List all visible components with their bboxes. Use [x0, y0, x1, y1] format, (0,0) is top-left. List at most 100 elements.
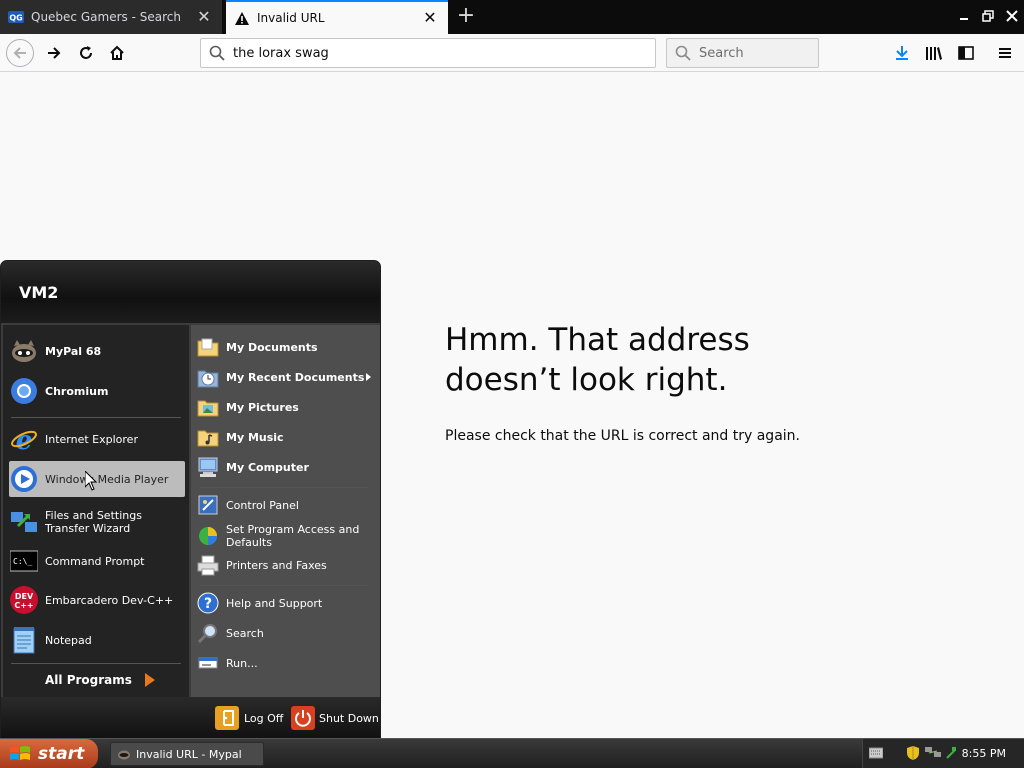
forward-button[interactable]: [40, 39, 68, 67]
command-prompt-icon: C:\_: [9, 546, 39, 576]
close-tab-icon[interactable]: ✕: [196, 9, 212, 25]
shut-down-label: Shut Down: [319, 711, 379, 725]
power-icon: [291, 706, 315, 730]
start-item-label: Chromium: [45, 384, 109, 398]
start-item-my-recent-documents[interactable]: My Recent Documents: [197, 365, 377, 389]
search-placeholder: Search: [699, 45, 744, 61]
start-item-label: Notepad: [45, 633, 92, 647]
search-box[interactable]: Search: [666, 38, 819, 68]
restore-button[interactable]: [978, 6, 998, 26]
start-item-label: Internet Explorer: [45, 432, 138, 446]
start-item-windows-media-player[interactable]: Windows Media Player: [9, 461, 185, 497]
start-item-printers-faxes[interactable]: Printers and Faxes: [197, 553, 377, 577]
tab-label: Invalid URL: [257, 11, 325, 25]
start-item-label: MyPal 68: [45, 344, 102, 358]
new-tab-button[interactable]: +: [454, 4, 478, 28]
library-icon[interactable]: [920, 39, 948, 67]
start-item-label: Command Prompt: [45, 554, 145, 568]
start-item-label: Embarcadero Dev-C++: [45, 593, 174, 607]
shut-down-button[interactable]: Shut Down: [291, 705, 379, 731]
start-menu: VM2 MyPal 68 Chromium e Internet Explore…: [0, 260, 381, 740]
search-icon: [209, 45, 225, 61]
safely-remove-icon[interactable]: [945, 746, 957, 760]
keyboard-icon[interactable]: [869, 747, 883, 759]
menu-icon[interactable]: [991, 39, 1019, 67]
search-icon: [675, 45, 691, 61]
start-item-my-music[interactable]: My Music: [197, 425, 377, 449]
all-programs-label: All Programs: [45, 673, 132, 687]
separator: [11, 417, 181, 418]
start-item-label: Control Panel: [226, 498, 299, 512]
mouse-cursor-icon: [84, 469, 98, 495]
computer-icon: [197, 456, 219, 478]
sidebar-icon[interactable]: [952, 39, 980, 67]
start-item-label: My Pictures: [226, 400, 299, 414]
start-item-transfer-wizard[interactable]: Files and Settings Transfer Wizard: [9, 505, 185, 539]
start-item-internet-explorer[interactable]: e Internet Explorer: [9, 423, 185, 455]
start-item-my-documents[interactable]: My Documents: [197, 335, 377, 359]
downloads-icon[interactable]: [888, 39, 916, 67]
reload-button[interactable]: [72, 39, 100, 67]
start-item-help-support[interactable]: ? Help and Support: [197, 591, 377, 615]
transfer-wizard-icon: [9, 507, 39, 537]
pictures-folder-icon: [197, 396, 219, 418]
start-item-label: Run...: [226, 656, 258, 670]
start-item-my-computer[interactable]: My Computer: [197, 455, 377, 479]
chromium-icon: [9, 376, 39, 406]
start-item-chromium[interactable]: Chromium: [9, 375, 185, 407]
close-tab-icon[interactable]: ✕: [422, 10, 438, 26]
music-folder-icon: [197, 426, 219, 448]
log-off-button[interactable]: Log Off: [215, 705, 283, 731]
svg-text:DEV: DEV: [15, 592, 34, 601]
control-panel-icon: [197, 494, 219, 516]
system-tray: 8:55 PM: [862, 739, 1024, 768]
start-item-program-defaults[interactable]: Set Program Access and Defaults: [197, 521, 377, 551]
taskbar-item-mypal[interactable]: Invalid URL - Mypal: [110, 742, 264, 766]
svg-text:C:\_: C:\_: [13, 557, 32, 566]
start-item-control-panel[interactable]: Control Panel: [197, 493, 377, 517]
start-item-devcpp[interactable]: DEV C++ Embarcadero Dev-C++: [9, 583, 185, 617]
chevron-right-icon: [366, 373, 371, 381]
program-defaults-icon: [197, 525, 219, 547]
tab-label: Quebec Gamers - Search: [31, 10, 181, 24]
log-off-icon: [215, 706, 239, 730]
internet-explorer-icon: e: [9, 424, 39, 454]
start-item-notepad[interactable]: Notepad: [9, 623, 185, 657]
start-item-label: Set Program Access and Defaults: [226, 523, 360, 549]
start-item-run[interactable]: Run...: [197, 651, 377, 675]
start-item-label: Help and Support: [226, 596, 323, 610]
folder-icon: [197, 336, 219, 358]
log-off-label: Log Off: [244, 711, 284, 725]
start-item-my-pictures[interactable]: My Pictures: [197, 395, 377, 419]
separator: [199, 585, 369, 586]
start-item-search[interactable]: Search: [197, 621, 377, 645]
back-button[interactable]: [6, 39, 34, 67]
tab-quebec-gamers[interactable]: QG Quebec Gamers - Search ✕: [0, 0, 222, 34]
address-text: the lorax swag: [233, 45, 329, 61]
network-icon[interactable]: [925, 745, 941, 759]
start-item-label: Search: [226, 626, 264, 640]
start-item-mypal[interactable]: MyPal 68: [9, 335, 185, 367]
run-icon: [197, 652, 219, 674]
security-shield-icon[interactable]: [907, 746, 919, 760]
mypal-icon: [9, 336, 39, 366]
user-name: VM2: [19, 283, 59, 302]
start-item-label: My Music: [226, 430, 284, 444]
warning-icon: [234, 10, 250, 26]
separator: [199, 487, 369, 488]
tab-invalid-url[interactable]: Invalid URL ✕: [226, 0, 448, 34]
close-window-button[interactable]: [1002, 6, 1022, 26]
taskbar: start Invalid URL - Mypal 8:55 PM: [0, 738, 1024, 768]
svg-text:C++: C++: [14, 601, 33, 610]
address-bar[interactable]: the lorax swag: [200, 38, 656, 68]
all-programs-button[interactable]: All Programs: [45, 669, 156, 691]
minimize-button[interactable]: [954, 6, 974, 26]
mypal-icon: [117, 747, 131, 761]
tab-strip: QG Quebec Gamers - Search ✕ Invalid URL …: [0, 0, 1024, 34]
start-button[interactable]: start: [0, 739, 98, 768]
svg-text:QG: QG: [9, 14, 22, 23]
home-button[interactable]: [103, 39, 131, 67]
start-item-command-prompt[interactable]: C:\_ Command Prompt: [9, 545, 185, 577]
svg-text:e: e: [16, 426, 33, 453]
clock[interactable]: 8:55 PM: [962, 747, 1006, 760]
